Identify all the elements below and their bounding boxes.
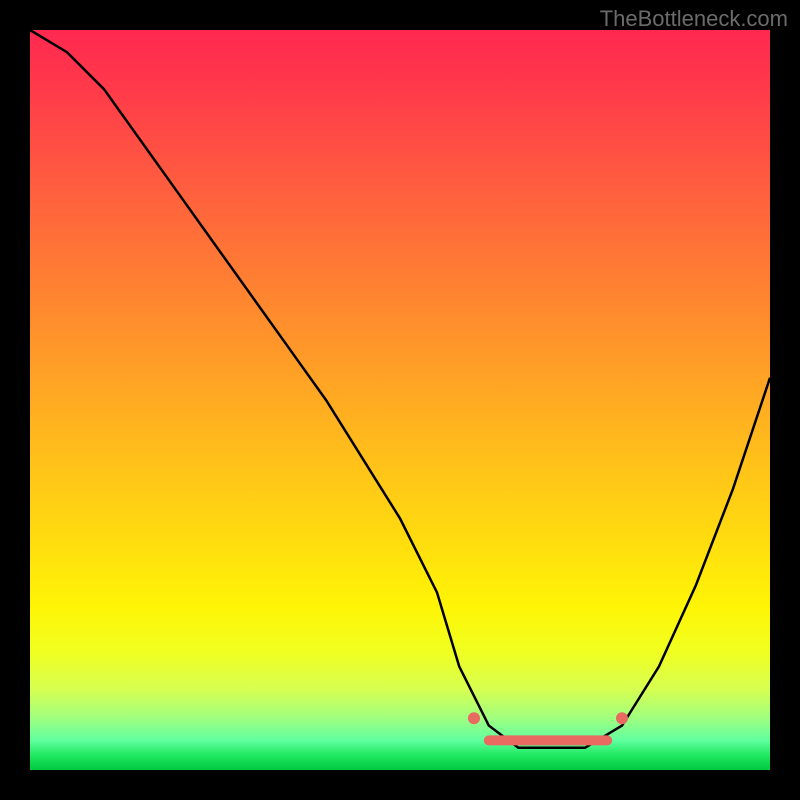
- plateau-markers: [468, 712, 628, 740]
- bottleneck-curve: [30, 30, 770, 748]
- plateau-right-marker: [616, 712, 628, 724]
- attribution-text: TheBottleneck.com: [600, 6, 788, 32]
- chart-plot-area: [30, 30, 770, 770]
- plateau-left-marker: [468, 712, 480, 724]
- chart-svg: [30, 30, 770, 770]
